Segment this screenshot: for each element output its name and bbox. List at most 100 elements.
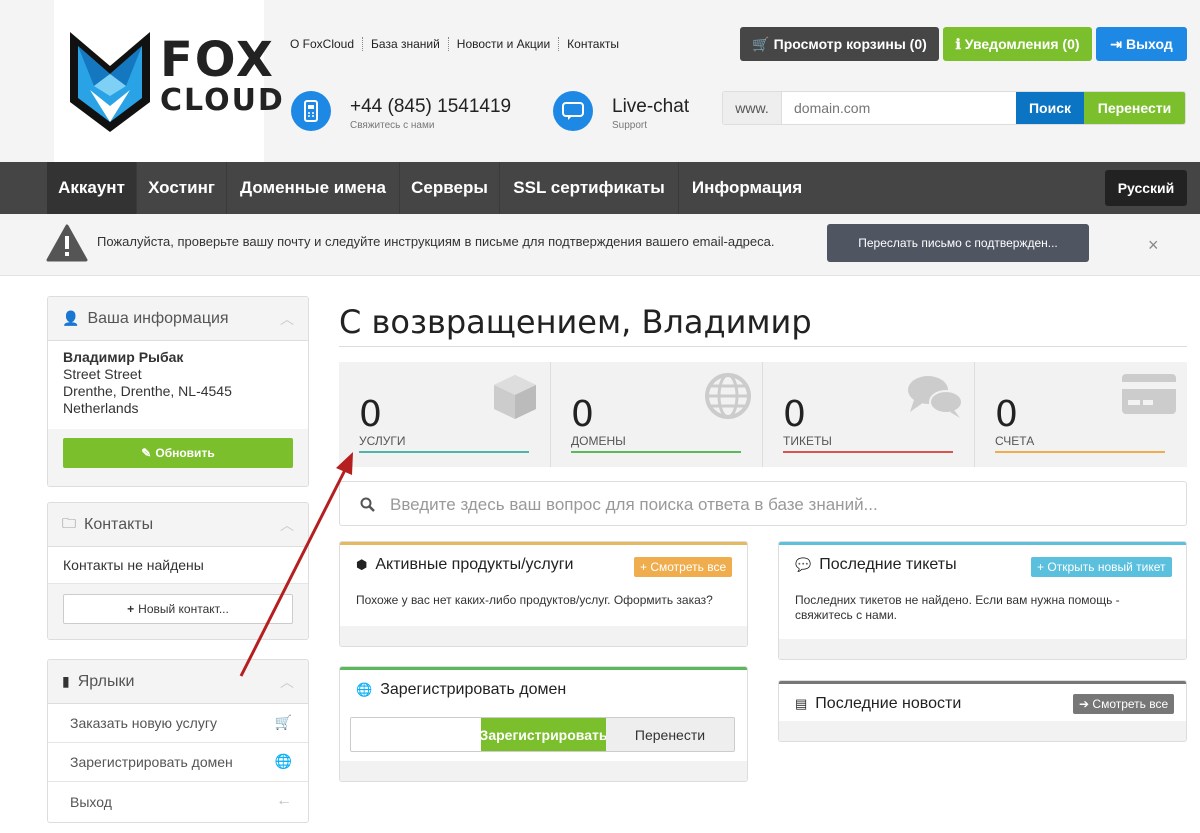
info-icon: ℹ: [955, 35, 961, 52]
pencil-icon: ✎: [141, 446, 152, 460]
link-about[interactable]: О FoxCloud: [290, 37, 362, 51]
shortcut-label: Выход: [70, 793, 112, 810]
new-contact-label: Новый контакт...: [138, 602, 229, 616]
page-title: С возвращением, Владимир: [339, 303, 812, 341]
contacts-header[interactable]: 🗀 Контакты ︿: [48, 503, 308, 547]
shortcut-order-service[interactable]: Заказать новую услугу 🛒: [48, 704, 308, 743]
stat-label: ТИКЕТЫ: [783, 434, 832, 448]
stat-value: 0: [359, 394, 382, 435]
latest-news-title: Последние новости: [815, 695, 962, 712]
close-icon[interactable]: ×: [1148, 235, 1159, 256]
globe-icon: 🌐: [274, 753, 292, 769]
bookmark-icon: ▮: [62, 673, 70, 689]
stat-bar: [783, 451, 953, 453]
active-products-body: Похоже у вас нет каких-либо продуктов/ус…: [340, 585, 747, 608]
user-icon: 👤: [62, 310, 80, 326]
register-button[interactable]: Зарегистрировать: [480, 718, 607, 751]
plus-icon: +: [127, 602, 135, 616]
logo-line2: CLOUD: [160, 83, 285, 118]
chevron-up-icon[interactable]: ︿: [280, 672, 294, 692]
shortcuts-title: Ярлыки: [77, 672, 135, 690]
nav-servers[interactable]: Серверы: [400, 162, 500, 214]
recent-tickets-title: Последние тикеты: [819, 556, 957, 573]
logo-text: FOX CLOUD: [160, 36, 285, 116]
stat-value: 0: [995, 394, 1018, 435]
open-ticket-button[interactable]: + Открыть новый тикет: [1031, 557, 1172, 577]
warning-icon: [46, 224, 88, 262]
update-button[interactable]: ✎ Обновить: [63, 438, 293, 468]
stat-value: 0: [783, 394, 806, 435]
domain-input[interactable]: [782, 92, 1016, 124]
register-domain-input[interactable]: [351, 718, 481, 751]
view-all-products-button[interactable]: + Смотреть все: [634, 557, 733, 577]
active-products-title: Активные продукты/услуги: [375, 556, 574, 573]
badge-label: Открыть новый тикет: [1047, 560, 1166, 574]
fox-logo-icon: [70, 32, 150, 132]
nav-hosting[interactable]: Хостинг: [137, 162, 227, 214]
client-address1: Street Street: [63, 366, 142, 382]
newspaper-icon: ▤: [795, 696, 808, 711]
stats-panel: 0 УСЛУГИ 0 ДОМЕНЫ 0 ТИКЕТЫ 0 СЧЕТА: [339, 362, 1187, 467]
stat-bar: [995, 451, 1165, 453]
shortcut-logout[interactable]: Выход ←: [48, 782, 308, 821]
nav-ssl[interactable]: SSL сертификаты: [500, 162, 679, 214]
active-products-header: ⬢ Активные продукты/услуги + Смотреть вс…: [340, 545, 747, 585]
link-knowledgebase[interactable]: База знаний: [362, 37, 448, 51]
kb-search-input[interactable]: Введите здесь ваш вопрос для поиска отве…: [339, 481, 1187, 526]
shortcut-register-domain[interactable]: Зарегистрировать домен 🌐: [48, 743, 308, 782]
tickets-empty-text: Последних тикетов не найдено. Если вам н…: [795, 593, 1120, 607]
domain-transfer-button[interactable]: Перенести: [1084, 92, 1185, 124]
kb-search-placeholder: Введите здесь ваш вопрос для поиска отве…: [390, 495, 878, 514]
credit-card-icon: [1122, 374, 1176, 414]
order-link[interactable]: Оформить заказ?: [614, 593, 713, 607]
arrow-right-icon: ➔: [1079, 697, 1090, 711]
your-info-header[interactable]: 👤 Ваша информация ︿: [48, 297, 308, 341]
top-links: О FoxCloud База знаний Новости и Акции К…: [290, 37, 627, 51]
link-news[interactable]: Новости и Акции: [447, 37, 558, 51]
view-all-news-button[interactable]: ➔ Смотреть все: [1073, 694, 1175, 714]
client-name: Владимир Рыбак: [63, 349, 184, 365]
badge-label: Смотреть все: [1092, 697, 1169, 711]
contact-us-link[interactable]: свяжитесь с нами.: [795, 608, 1170, 623]
stat-value: 0: [571, 394, 594, 435]
folder-icon: 🗀: [62, 514, 76, 531]
chat-icon[interactable]: [553, 91, 593, 131]
logo[interactable]: FOX CLOUD: [54, 0, 283, 162]
shortcuts-header[interactable]: ▮ Ярлыки ︿: [48, 660, 308, 704]
language-button[interactable]: Русский: [1105, 170, 1187, 206]
stat-domains[interactable]: 0 ДОМЕНЫ: [551, 362, 763, 467]
chevron-up-icon[interactable]: ︿: [280, 309, 294, 329]
cart-button[interactable]: 🛒 Просмотр корзины (0): [740, 27, 939, 61]
link-contacts[interactable]: Контакты: [558, 37, 627, 51]
register-transfer-button[interactable]: Перенести: [606, 718, 734, 751]
nav-information[interactable]: Информация: [679, 162, 815, 214]
client-address2: Drenthe, Drenthe, NL-4545: [63, 383, 232, 399]
plus-icon: +: [640, 560, 648, 574]
stat-label: УСЛУГИ: [359, 434, 406, 448]
latest-news-card: ▤ Последние новости ➔ Смотреть все: [778, 680, 1187, 742]
stat-services[interactable]: 0 УСЛУГИ: [339, 362, 551, 467]
stat-bar: [571, 451, 741, 453]
search-icon: [360, 497, 375, 512]
phone-number: +44 (845) 1541419: [350, 96, 512, 117]
stat-bar: [359, 451, 529, 453]
globe-icon: [705, 373, 751, 419]
globe-icon: 🌐: [356, 682, 373, 697]
resend-email-button[interactable]: Переслать письмо с подтвержден...: [827, 224, 1089, 262]
new-contact-button[interactable]: + Новый контакт...: [63, 594, 293, 624]
live-chat-link[interactable]: Live-chat: [612, 96, 689, 118]
chevron-up-icon[interactable]: ︿: [280, 515, 294, 535]
notifications-button[interactable]: ℹ Уведомления (0): [943, 27, 1092, 61]
domain-search-bar: www. Поиск Перенести: [722, 91, 1186, 125]
domain-search-button[interactable]: Поиск: [1016, 92, 1084, 124]
main-nav: Аккаунт Хостинг Доменные имена Серверы S…: [0, 162, 1200, 214]
nav-account[interactable]: Аккаунт: [47, 162, 137, 214]
stat-tickets[interactable]: 0 ТИКЕТЫ: [763, 362, 975, 467]
stat-invoices[interactable]: 0 СЧЕТА: [975, 362, 1187, 467]
nav-domains[interactable]: Доменные имена: [227, 162, 400, 214]
logout-button[interactable]: ⇥ Выход: [1096, 27, 1187, 61]
shortcut-label: Заказать новую услугу: [70, 715, 217, 731]
phone-icon: [291, 91, 331, 131]
logo-line1: FOX: [160, 32, 275, 88]
recent-tickets-header: 💬 Последние тикеты + Открыть новый тикет: [779, 545, 1186, 585]
